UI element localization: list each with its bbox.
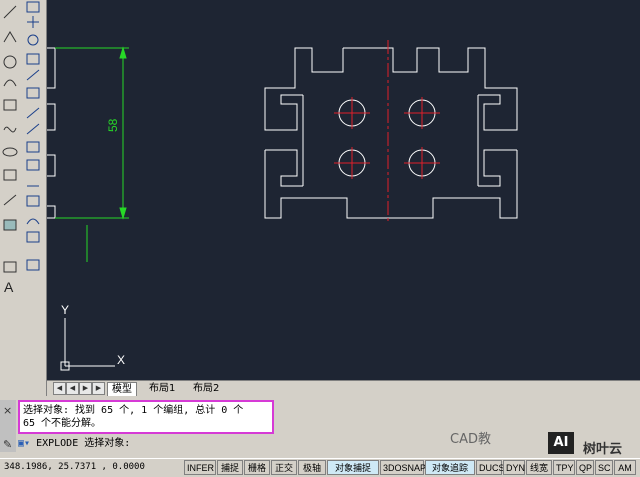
dimension-text: 58 xyxy=(106,118,120,132)
dim-arrow-bottom xyxy=(119,207,127,220)
table-tool-icon xyxy=(3,261,17,273)
copy-tool-icon xyxy=(26,53,40,65)
status-otrack[interactable]: 对象追踪 xyxy=(425,460,475,475)
left-part-edge-upper xyxy=(47,47,56,89)
layout-tab-bar: ◀ ◀ ▶ ▶ 模型 布局1 布局2 xyxy=(47,380,640,396)
tab-first-icon[interactable]: ◀ xyxy=(53,382,66,395)
status-dyn[interactable]: DYN xyxy=(503,460,525,475)
tab-prev-icon[interactable]: ◀ xyxy=(66,382,79,395)
hatch-tool-icon xyxy=(3,219,17,231)
command-tools: × ✎ xyxy=(3,404,12,451)
status-ducs[interactable]: DUCS xyxy=(476,460,505,475)
command-input[interactable]: ▣▾ EXPLODE 选择对象: xyxy=(18,437,488,450)
coordinate-readout: 348.1986, 25.7371 , 0.0000 xyxy=(4,462,145,472)
status-snap[interactable]: 捕捉 xyxy=(217,460,243,475)
cad-drawing: 58 Y X xyxy=(47,40,518,371)
ellipse-tool-icon xyxy=(2,147,18,157)
draw-toolbar: A xyxy=(0,0,23,400)
status-3dosnap[interactable]: 3DOSNAP xyxy=(380,460,426,475)
part-outline-left-mid xyxy=(265,149,303,187)
command-prompt-icon: ▣▾ xyxy=(18,438,31,449)
history-line-1: 选择对象: 找到 65 个, 1 个编组, 总计 0 个 xyxy=(23,405,244,416)
part-outline-right-top xyxy=(343,47,518,131)
fillet-tool-icon xyxy=(26,231,40,243)
status-am[interactable]: AM xyxy=(614,460,636,475)
line-tool-icon xyxy=(3,5,17,19)
erase-tool-icon xyxy=(26,1,40,13)
watermark-text: CAD教 xyxy=(450,432,491,447)
move-tool-icon xyxy=(27,16,39,28)
part-outline-left-top xyxy=(264,47,344,131)
status-osnap[interactable]: 对象捕捉 xyxy=(327,460,379,475)
text-tool-icon: A xyxy=(4,279,14,295)
status-lineweight[interactable]: 线宽 xyxy=(526,460,552,475)
offset-tool-icon xyxy=(26,87,40,99)
status-sc[interactable]: SC xyxy=(595,460,613,475)
extend-tool-icon xyxy=(26,123,40,135)
ray-tool-icon xyxy=(3,194,17,206)
command-history: 选择对象: 找到 65 个, 1 个编组, 总计 0 个 65 个不能分解。 xyxy=(18,400,274,434)
status-ortho[interactable]: 正交 xyxy=(271,460,297,475)
status-infer[interactable]: INFER xyxy=(184,460,216,475)
stretch-tool-icon xyxy=(26,159,40,171)
left-part-edge-lower xyxy=(47,154,56,177)
tab-last-icon[interactable]: ▶ xyxy=(92,382,105,395)
tab-layout1[interactable]: 布局1 xyxy=(145,382,179,395)
status-tpy[interactable]: TPY xyxy=(553,460,575,475)
explode-tool-icon xyxy=(26,259,40,271)
watermark-brand: 树叶云 xyxy=(583,442,623,457)
tab-model[interactable]: 模型 xyxy=(107,382,137,396)
wrench-icon: ✎ xyxy=(3,438,12,451)
ucs-icon xyxy=(60,318,115,371)
left-part-edge-mid xyxy=(47,103,56,131)
status-grid[interactable]: 栅格 xyxy=(244,460,270,475)
status-qp[interactable]: QP xyxy=(576,460,594,475)
ucs-x-label: X xyxy=(117,353,125,367)
status-polar[interactable]: 极轴 xyxy=(298,460,326,475)
drawing-canvas[interactable]: 58 Y X xyxy=(47,0,640,380)
left-part-edge-bottom xyxy=(47,205,56,219)
ucs-y-label: Y xyxy=(61,303,69,317)
trim-tool-icon xyxy=(26,107,40,119)
tab-layout2[interactable]: 布局2 xyxy=(189,382,223,395)
command-side-handle[interactable]: × ✎ xyxy=(0,400,16,452)
modify-tools-icons xyxy=(26,1,40,271)
rotate-tool-icon xyxy=(27,34,39,46)
status-bar: 348.1986, 25.7371 , 0.0000 INFER 捕捉 栅格 正… xyxy=(0,458,640,477)
draw-tools-icons: A xyxy=(2,5,18,295)
modify-toolbar xyxy=(22,0,47,400)
chamfer-tool-icon xyxy=(26,218,40,225)
mirror-tool-icon xyxy=(26,69,40,81)
spline-tool-icon xyxy=(3,126,17,133)
block-tool-icon xyxy=(3,169,17,181)
command-current-text: EXPLODE 选择对象: xyxy=(36,438,131,449)
polyline-tool-icon xyxy=(3,31,17,43)
history-line-2: 65 个不能分解。 xyxy=(23,418,102,429)
part-outline-right-mid xyxy=(478,149,517,187)
rectangle-tool-icon xyxy=(3,99,17,111)
close-icon: × xyxy=(3,404,12,417)
scale-tool-icon xyxy=(26,141,40,153)
arc-tool-icon xyxy=(3,79,17,87)
join-tool-icon xyxy=(26,195,40,207)
watermark-ai-badge: AI xyxy=(548,432,574,454)
circle-tool-icon xyxy=(3,55,17,69)
dim-arrow-top xyxy=(119,46,127,59)
tab-next-icon[interactable]: ▶ xyxy=(79,382,92,395)
